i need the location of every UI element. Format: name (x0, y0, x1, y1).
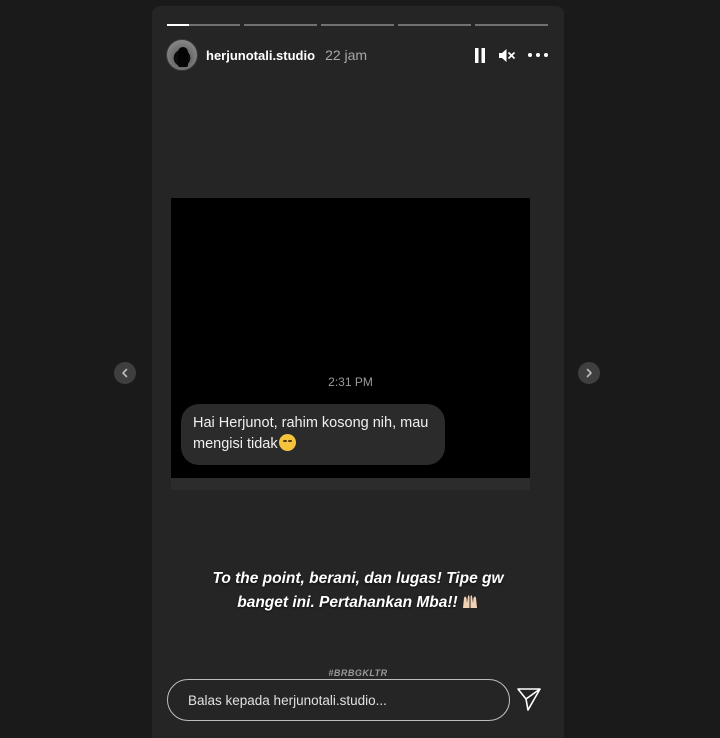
message-timestamp: 2:31 PM (328, 375, 373, 389)
story-progress-bar (167, 24, 548, 26)
pause-button[interactable] (474, 47, 486, 63)
story-image: 2:31 PM Hai Herjunot, rahim kosong nih, … (171, 198, 530, 490)
message-text: Hai Herjunot, rahim kosong nih, mau meng… (193, 415, 429, 452)
avatar[interactable] (166, 39, 198, 71)
chevron-right-icon (586, 368, 592, 378)
image-bottom-bar (171, 478, 530, 490)
raised-hands-emoji (462, 595, 477, 608)
story-viewer: herjunotali.studio 22 jam 2:31 PM Hai He… (152, 6, 564, 738)
progress-segment (475, 24, 548, 26)
caption-line: banget ini. Pertahankan Mba!! (237, 594, 458, 611)
reply-placeholder: Balas kepada herjunotali.studio... (188, 692, 387, 708)
send-icon (517, 688, 541, 711)
message-bubble: Hai Herjunot, rahim kosong nih, mau meng… (181, 404, 445, 465)
username[interactable]: herjunotali.studio (206, 48, 315, 63)
story-caption: To the point, berani, dan lugas! Tipe gw… (152, 567, 564, 615)
chevron-left-icon (122, 368, 128, 378)
hashtag: #BRBGKLTR (328, 668, 388, 678)
progress-segment (321, 24, 394, 26)
next-story-button[interactable] (578, 362, 600, 384)
pause-icon (475, 47, 485, 63)
story-header: herjunotali.studio 22 jam (166, 38, 548, 72)
mute-icon (499, 48, 515, 62)
progress-segment (244, 24, 317, 26)
time-ago: 22 jam (325, 47, 368, 63)
progress-segment (398, 24, 471, 26)
previous-story-button[interactable] (114, 362, 136, 384)
reply-input[interactable]: Balas kepada herjunotali.studio... (167, 679, 510, 721)
mute-button[interactable] (498, 48, 516, 63)
send-button[interactable] (515, 686, 543, 712)
more-options-icon (528, 53, 548, 57)
caption-line: To the point, berani, dan lugas! Tipe gw (212, 570, 504, 587)
progress-segment (167, 24, 240, 26)
more-options-button[interactable] (528, 53, 548, 57)
rolling-eyes-emoji (278, 434, 296, 451)
